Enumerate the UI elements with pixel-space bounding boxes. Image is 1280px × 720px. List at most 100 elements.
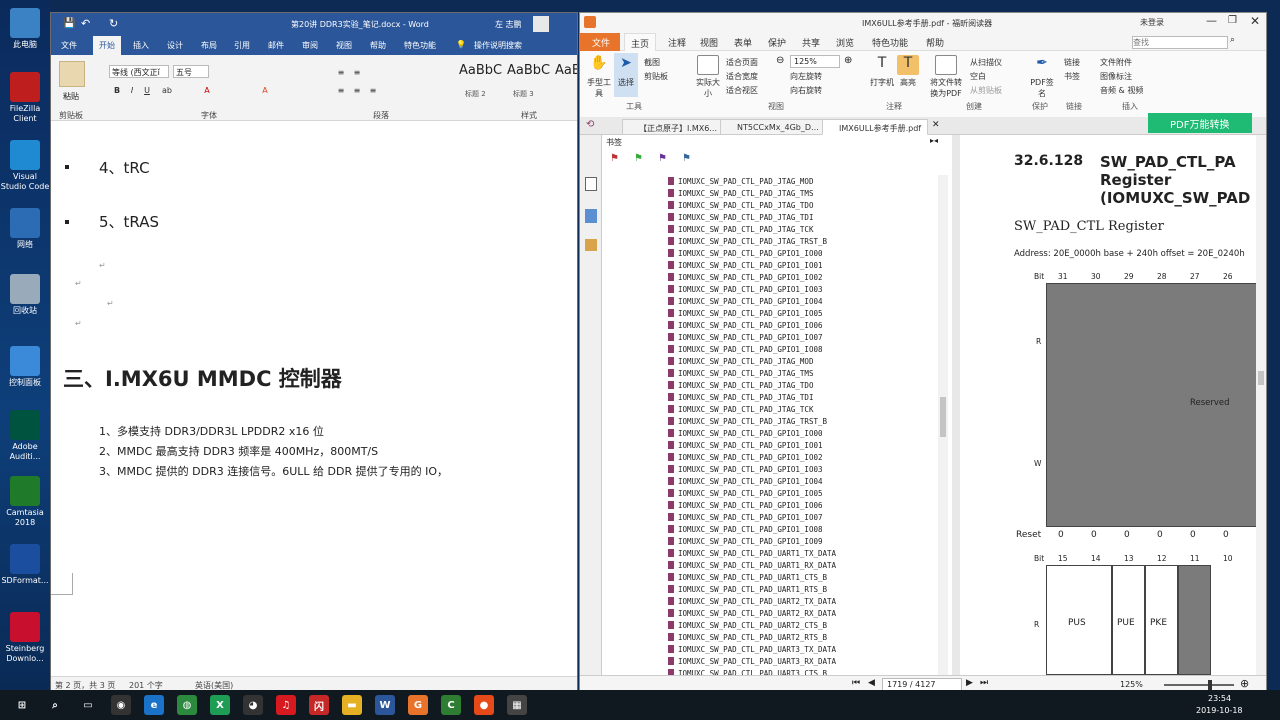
- close-icon[interactable]: ✕: [1250, 14, 1260, 28]
- desktop-shortcut[interactable]: Steinberg Downlo...: [0, 612, 50, 664]
- bookmark-item[interactable]: IOMUXC_SW_PAD_CTL_PAD_JTAG_MOD: [668, 357, 813, 369]
- desktop-shortcut[interactable]: 网络: [0, 208, 50, 250]
- numbering-icon[interactable]: ≡: [351, 67, 363, 79]
- tab-mailings[interactable]: 邮件: [268, 40, 284, 51]
- file-explorer-icon[interactable]: ▬: [342, 695, 362, 715]
- hand-tool-button[interactable]: ✋ 手型工具: [586, 55, 612, 99]
- bookmark-item[interactable]: IOMUXC_SW_PAD_CTL_PAD_GPIO1_IO00: [668, 429, 823, 441]
- bookmark-item[interactable]: IOMUXC_SW_PAD_CTL_PAD_JTAG_TMS: [668, 189, 813, 201]
- bookmark-item[interactable]: IOMUXC_SW_PAD_CTL_PAD_GPIO1_IO03: [668, 465, 823, 477]
- bookmark-item[interactable]: IOMUXC_SW_PAD_CTL_PAD_GPIO1_IO01: [668, 261, 823, 273]
- bookmark-expand-icon[interactable]: ⚑: [658, 153, 667, 164]
- minimize-icon[interactable]: —: [1206, 14, 1217, 27]
- bookmark-item[interactable]: IOMUXC_SW_PAD_CTL_PAD_JTAG_TDO: [668, 201, 813, 213]
- pdf-convert-button[interactable]: PDF万能转换: [1148, 113, 1252, 133]
- calculator-icon[interactable]: ▦: [507, 695, 527, 715]
- actual-size-button[interactable]: 实际大小: [696, 55, 720, 99]
- clock-time[interactable]: 23:54: [1208, 694, 1231, 703]
- menu-form[interactable]: 表单: [734, 36, 752, 49]
- bold-icon[interactable]: B: [111, 85, 123, 97]
- pdf-page-view[interactable]: 32.6.128 SW_PAD_CTL_PA Register (IOMUXC_…: [952, 135, 1266, 675]
- bookmarks-panel-icon[interactable]: [585, 177, 597, 191]
- menu-browse[interactable]: 浏览: [836, 36, 854, 49]
- doc-tab-1[interactable]: 【正点原子】I.MX6...: [622, 119, 725, 135]
- pages-panel-icon[interactable]: [585, 209, 597, 223]
- prev-page-icon[interactable]: ◀: [868, 678, 875, 688]
- xshell-icon[interactable]: X: [210, 695, 230, 715]
- menu-protect[interactable]: 保护: [768, 36, 786, 49]
- bookmark-item[interactable]: IOMUXC_SW_PAD_CTL_PAD_UART2_CTS_B: [668, 621, 827, 633]
- tab-view[interactable]: 视图: [336, 40, 352, 51]
- start-icon[interactable]: ⊞: [12, 695, 32, 715]
- menu-file[interactable]: 文件: [580, 33, 620, 51]
- close-tab-icon[interactable]: ✕: [932, 120, 940, 130]
- chrome-icon[interactable]: ◍: [177, 695, 197, 715]
- menu-home[interactable]: 主页: [624, 33, 657, 52]
- highlight-icon[interactable]: A: [259, 85, 271, 97]
- netease-music-icon[interactable]: ♫: [276, 695, 296, 715]
- zoom-slider[interactable]: [1164, 684, 1234, 686]
- desktop-shortcut[interactable]: 回收站: [0, 274, 50, 316]
- style-heading2[interactable]: AaBbC 标题 2: [459, 63, 505, 98]
- camera-app-icon[interactable]: ◉: [111, 695, 131, 715]
- search-input[interactable]: [1132, 36, 1228, 49]
- select-tool-button[interactable]: ➤ 选择: [614, 53, 638, 97]
- tab-list-icon[interactable]: ⟲: [586, 119, 594, 130]
- bookmark-item[interactable]: IOMUXC_SW_PAD_CTL_PAD_GPIO1_IO05: [668, 309, 823, 321]
- foxit-icon[interactable]: G: [408, 695, 428, 715]
- next-page-icon[interactable]: ▶: [966, 678, 973, 688]
- last-page-icon[interactable]: ⏭: [980, 678, 988, 688]
- tab-insert[interactable]: 插入: [133, 40, 149, 51]
- screenshot-button[interactable]: 截图: [644, 57, 660, 68]
- redo-icon[interactable]: ↻: [109, 17, 118, 30]
- align-left-icon[interactable]: ≡: [335, 85, 347, 97]
- bookmark-item[interactable]: IOMUXC_SW_PAD_CTL_PAD_JTAG_MOD: [668, 177, 813, 189]
- bookmark-item[interactable]: IOMUXC_SW_PAD_CTL_PAD_JTAG_TRST_B: [668, 237, 827, 249]
- tab-file[interactable]: 文件: [61, 40, 77, 51]
- clipboard-button[interactable]: 剪贴板: [644, 71, 668, 82]
- doc-item-4[interactable]: 4、tRC: [99, 157, 150, 178]
- pdf-sign-button[interactable]: ✒ PDF签名: [1030, 55, 1054, 99]
- font-color-icon[interactable]: A: [201, 85, 213, 97]
- first-page-icon[interactable]: ⏮: [852, 678, 860, 688]
- clock-date[interactable]: 2019-10-18: [1196, 706, 1243, 715]
- typewriter-button[interactable]: T 打字机: [870, 55, 894, 88]
- camtasia-rec-icon[interactable]: ●: [474, 695, 494, 715]
- bullets-icon[interactable]: ≡: [335, 67, 347, 79]
- camtasia-task-icon[interactable]: C: [441, 695, 461, 715]
- align-center-icon[interactable]: ≡: [351, 85, 363, 97]
- bookmark-options-icon[interactable]: ⚑: [682, 153, 691, 164]
- tab-help[interactable]: 帮助: [370, 40, 386, 51]
- bookmark-item[interactable]: IOMUXC_SW_PAD_CTL_PAD_JTAG_TCK: [668, 225, 813, 237]
- audio-video-button[interactable]: 音频 & 视频: [1100, 85, 1143, 96]
- word-document[interactable]: 4、tRC 5、tRAS ↵ ↵ ↵ ↵ 三、I.MX6U MMDC 控制器 1…: [51, 121, 577, 676]
- bookmark-item[interactable]: IOMUXC_SW_PAD_CTL_PAD_JTAG_TDI: [668, 213, 813, 225]
- lightbulb-icon[interactable]: 💡: [456, 40, 466, 49]
- bookmark-item[interactable]: IOMUXC_SW_PAD_CTL_PAD_JTAG_TDI: [668, 393, 813, 405]
- bookmark-item[interactable]: IOMUXC_SW_PAD_CTL_PAD_GPIO1_IO08: [668, 345, 823, 357]
- undo-icon[interactable]: ↶: [81, 17, 90, 30]
- comments-panel-icon[interactable]: [585, 239, 597, 251]
- user-name[interactable]: 左 志鹏: [495, 19, 522, 30]
- doc-item-5[interactable]: 5、tRAS: [99, 211, 159, 232]
- paste-button[interactable]: 粘贴: [63, 91, 79, 102]
- bookmark-item[interactable]: IOMUXC_SW_PAD_CTL_PAD_GPIO1_IO02: [668, 273, 823, 285]
- bookmark-item[interactable]: IOMUXC_SW_PAD_CTL_PAD_UART1_CTS_B: [668, 573, 827, 585]
- edge-icon[interactable]: e: [144, 695, 164, 715]
- login-status[interactable]: 未登录: [1140, 17, 1164, 28]
- rotate-right-button[interactable]: 向右旋转: [790, 85, 822, 96]
- bookmark-button[interactable]: 书签: [1064, 71, 1080, 82]
- fit-width-button[interactable]: 适合宽度: [726, 71, 758, 82]
- desktop-shortcut[interactable]: Adobe Auditi...: [0, 410, 50, 462]
- rotate-left-button[interactable]: 向左旋转: [790, 71, 822, 82]
- from-scanner-button[interactable]: 从扫描仪: [970, 57, 1002, 68]
- bookmark-item[interactable]: IOMUXC_SW_PAD_CTL_PAD_JTAG_TCK: [668, 405, 813, 417]
- menu-comment[interactable]: 注释: [668, 36, 686, 49]
- bookmark-add-icon[interactable]: ⚑: [634, 153, 643, 164]
- style-more[interactable]: AaBb: [555, 63, 577, 97]
- bookmark-item[interactable]: IOMUXC_SW_PAD_CTL_PAD_UART2_TX_DATA: [668, 597, 836, 609]
- doc-line-1[interactable]: 1、多模支持 DDR3/DDR3L LPDDR2 x16 位: [99, 423, 324, 439]
- desktop-shortcut[interactable]: 控制面板: [0, 346, 50, 388]
- from-clipboard-button[interactable]: 从剪贴板: [970, 85, 1002, 96]
- bookmark-item[interactable]: IOMUXC_SW_PAD_CTL_PAD_UART1_RX_DATA: [668, 561, 836, 573]
